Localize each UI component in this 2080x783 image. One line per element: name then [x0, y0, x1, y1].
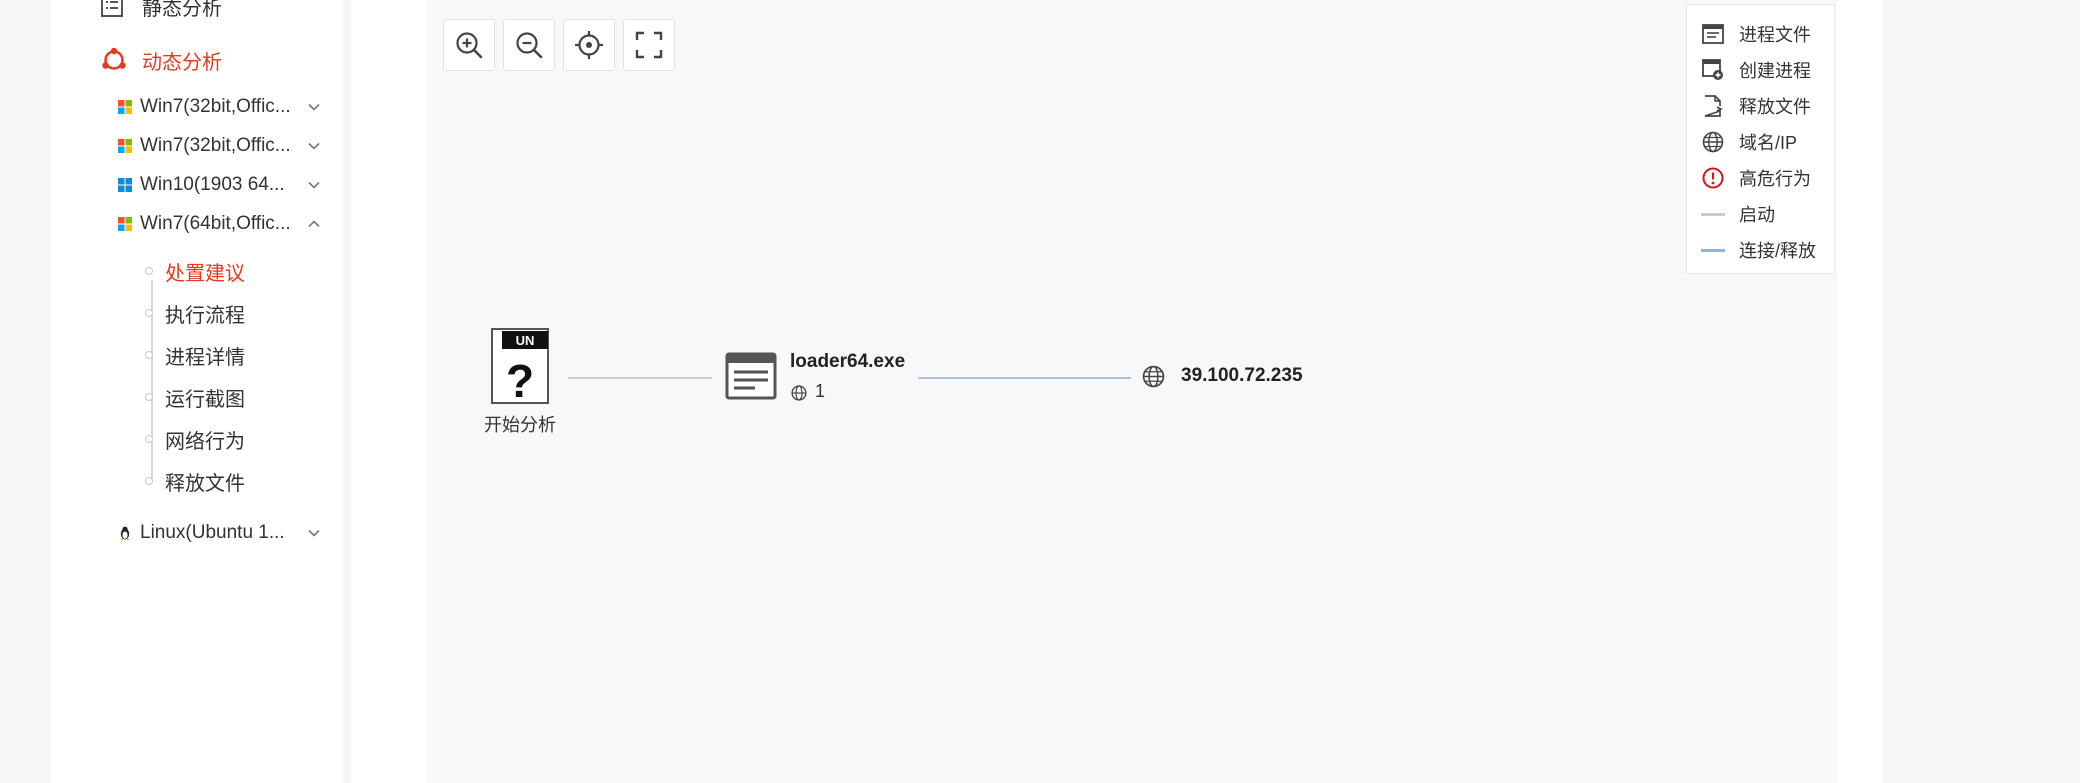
sub-item-released-files[interactable]: 释放文件 [145, 466, 245, 496]
legend-item-connect: 连接/释放 [1701, 237, 1816, 263]
nav-static-analysis[interactable]: 静态分析 [100, 0, 222, 24]
legend-label: 启动 [1739, 205, 1775, 225]
sub-item-network[interactable]: 网络行为 [145, 424, 245, 454]
graph-canvas[interactable] [427, 0, 1837, 783]
chevron-down-icon[interactable] [306, 99, 322, 115]
chevron-down-icon[interactable] [306, 138, 322, 154]
ip-node-label: 39.100.72.235 [1181, 365, 1303, 386]
create-process-icon [1702, 59, 1723, 80]
fullscreen-icon [635, 31, 663, 59]
legend-label: 创建进程 [1739, 61, 1811, 81]
process-file-icon [1702, 24, 1724, 44]
legend-item-domain-ip: 域名/IP [1701, 129, 1797, 155]
linux-icon [120, 526, 130, 540]
legend-label: 释放文件 [1739, 97, 1811, 117]
start-line-sample [1701, 212, 1725, 216]
windows7-icon [118, 139, 132, 153]
windows10-icon [118, 178, 132, 192]
connect-line-sample [1701, 248, 1725, 252]
fullscreen-button[interactable] [623, 19, 675, 71]
sub-item-label: 网络行为 [165, 430, 245, 453]
legend-label: 域名/IP [1739, 133, 1798, 153]
start-node-glyph: ? [506, 355, 534, 405]
start-edge [568, 377, 712, 379]
chevron-up-icon[interactable] [306, 216, 322, 232]
locate-icon [575, 31, 603, 59]
nav-static-analysis-label: 静态分析 [142, 0, 222, 20]
globe-icon [1702, 131, 1724, 153]
zoom-out-button[interactable] [503, 19, 555, 71]
tree-dot [145, 393, 153, 401]
tree-dot [145, 309, 153, 317]
zoom-in-button[interactable] [443, 19, 495, 71]
process-node-count: 1 [815, 381, 826, 401]
sub-item-screenshots[interactable]: 运行截图 [145, 382, 245, 412]
env-label: Win7(32bit,Offic... [140, 96, 291, 117]
legend-item-create-process: 创建进程 [1701, 57, 1811, 83]
legend-item-high-risk: 高危行为 [1701, 165, 1811, 191]
process-file-icon [725, 352, 777, 400]
sub-item-label: 释放文件 [165, 472, 245, 495]
sub-item-label: 处置建议 [165, 262, 245, 285]
env-label: Win10(1903 64... [140, 174, 285, 195]
sub-item-remediation[interactable]: 处置建议 [145, 256, 245, 286]
legend-item-release-file: 释放文件 [1701, 93, 1811, 119]
start-node-badge: UN [516, 333, 535, 348]
tree-dot [145, 435, 153, 443]
zoom-in-icon [456, 32, 483, 59]
locate-button[interactable] [563, 19, 615, 71]
globe-icon [791, 385, 807, 401]
sub-item-label: 运行截图 [165, 388, 245, 411]
alert-icon [1702, 167, 1724, 189]
env-item-linux[interactable]: Linux(Ubuntu 1... [117, 518, 322, 548]
nav-dynamic-analysis[interactable]: 动态分析 [100, 42, 222, 78]
sub-item-label: 进程详情 [165, 346, 245, 369]
globe-icon [1142, 365, 1165, 388]
connect-edge [918, 377, 1131, 379]
env-label: Linux(Ubuntu 1... [140, 522, 285, 543]
windows7-icon [118, 217, 132, 231]
sub-item-label: 执行流程 [165, 304, 245, 327]
tree-dot [145, 267, 153, 275]
env-item-win7-64bit[interactable]: Win7(64bit,Offic... [117, 209, 322, 239]
legend-label: 高危行为 [1739, 169, 1811, 189]
share-nodes-icon [102, 47, 126, 70]
list-icon [101, 0, 123, 17]
nav-dynamic-analysis-label: 动态分析 [142, 51, 222, 74]
process-node-name: loader64.exe [790, 351, 906, 372]
tree-dot [145, 351, 153, 359]
release-file-icon [1704, 95, 1723, 117]
env-item-win7-32bit-b[interactable]: Win7(32bit,Offic... [117, 131, 322, 161]
start-node-label: 开始分析 [484, 415, 556, 435]
legend-panel: 进程文件 创建进程 释放文件 域名/IP 高危行为 启动 连接/释放 [1686, 4, 1835, 274]
env-item-win10[interactable]: Win10(1903 64... [117, 170, 322, 200]
legend-item-start: 启动 [1701, 201, 1775, 227]
sub-item-process-details[interactable]: 进程详情 [145, 340, 245, 370]
zoom-out-icon [516, 32, 543, 59]
legend-item-process-file: 进程文件 [1701, 21, 1811, 47]
chevron-down-icon[interactable] [306, 177, 322, 193]
legend-label: 进程文件 [1739, 25, 1811, 45]
sub-item-execution-flow[interactable]: 执行流程 [145, 298, 245, 328]
env-label: Win7(64bit,Offic... [140, 213, 291, 234]
env-label: Win7(32bit,Offic... [140, 135, 291, 156]
chevron-down-icon[interactable] [306, 525, 322, 541]
unknown-file-icon: UN ? [491, 328, 549, 405]
env-item-win7-32bit-a[interactable]: Win7(32bit,Offic... [117, 92, 322, 122]
tree-dot [145, 477, 153, 485]
windows7-icon [118, 100, 132, 114]
legend-label: 连接/释放 [1739, 241, 1817, 261]
